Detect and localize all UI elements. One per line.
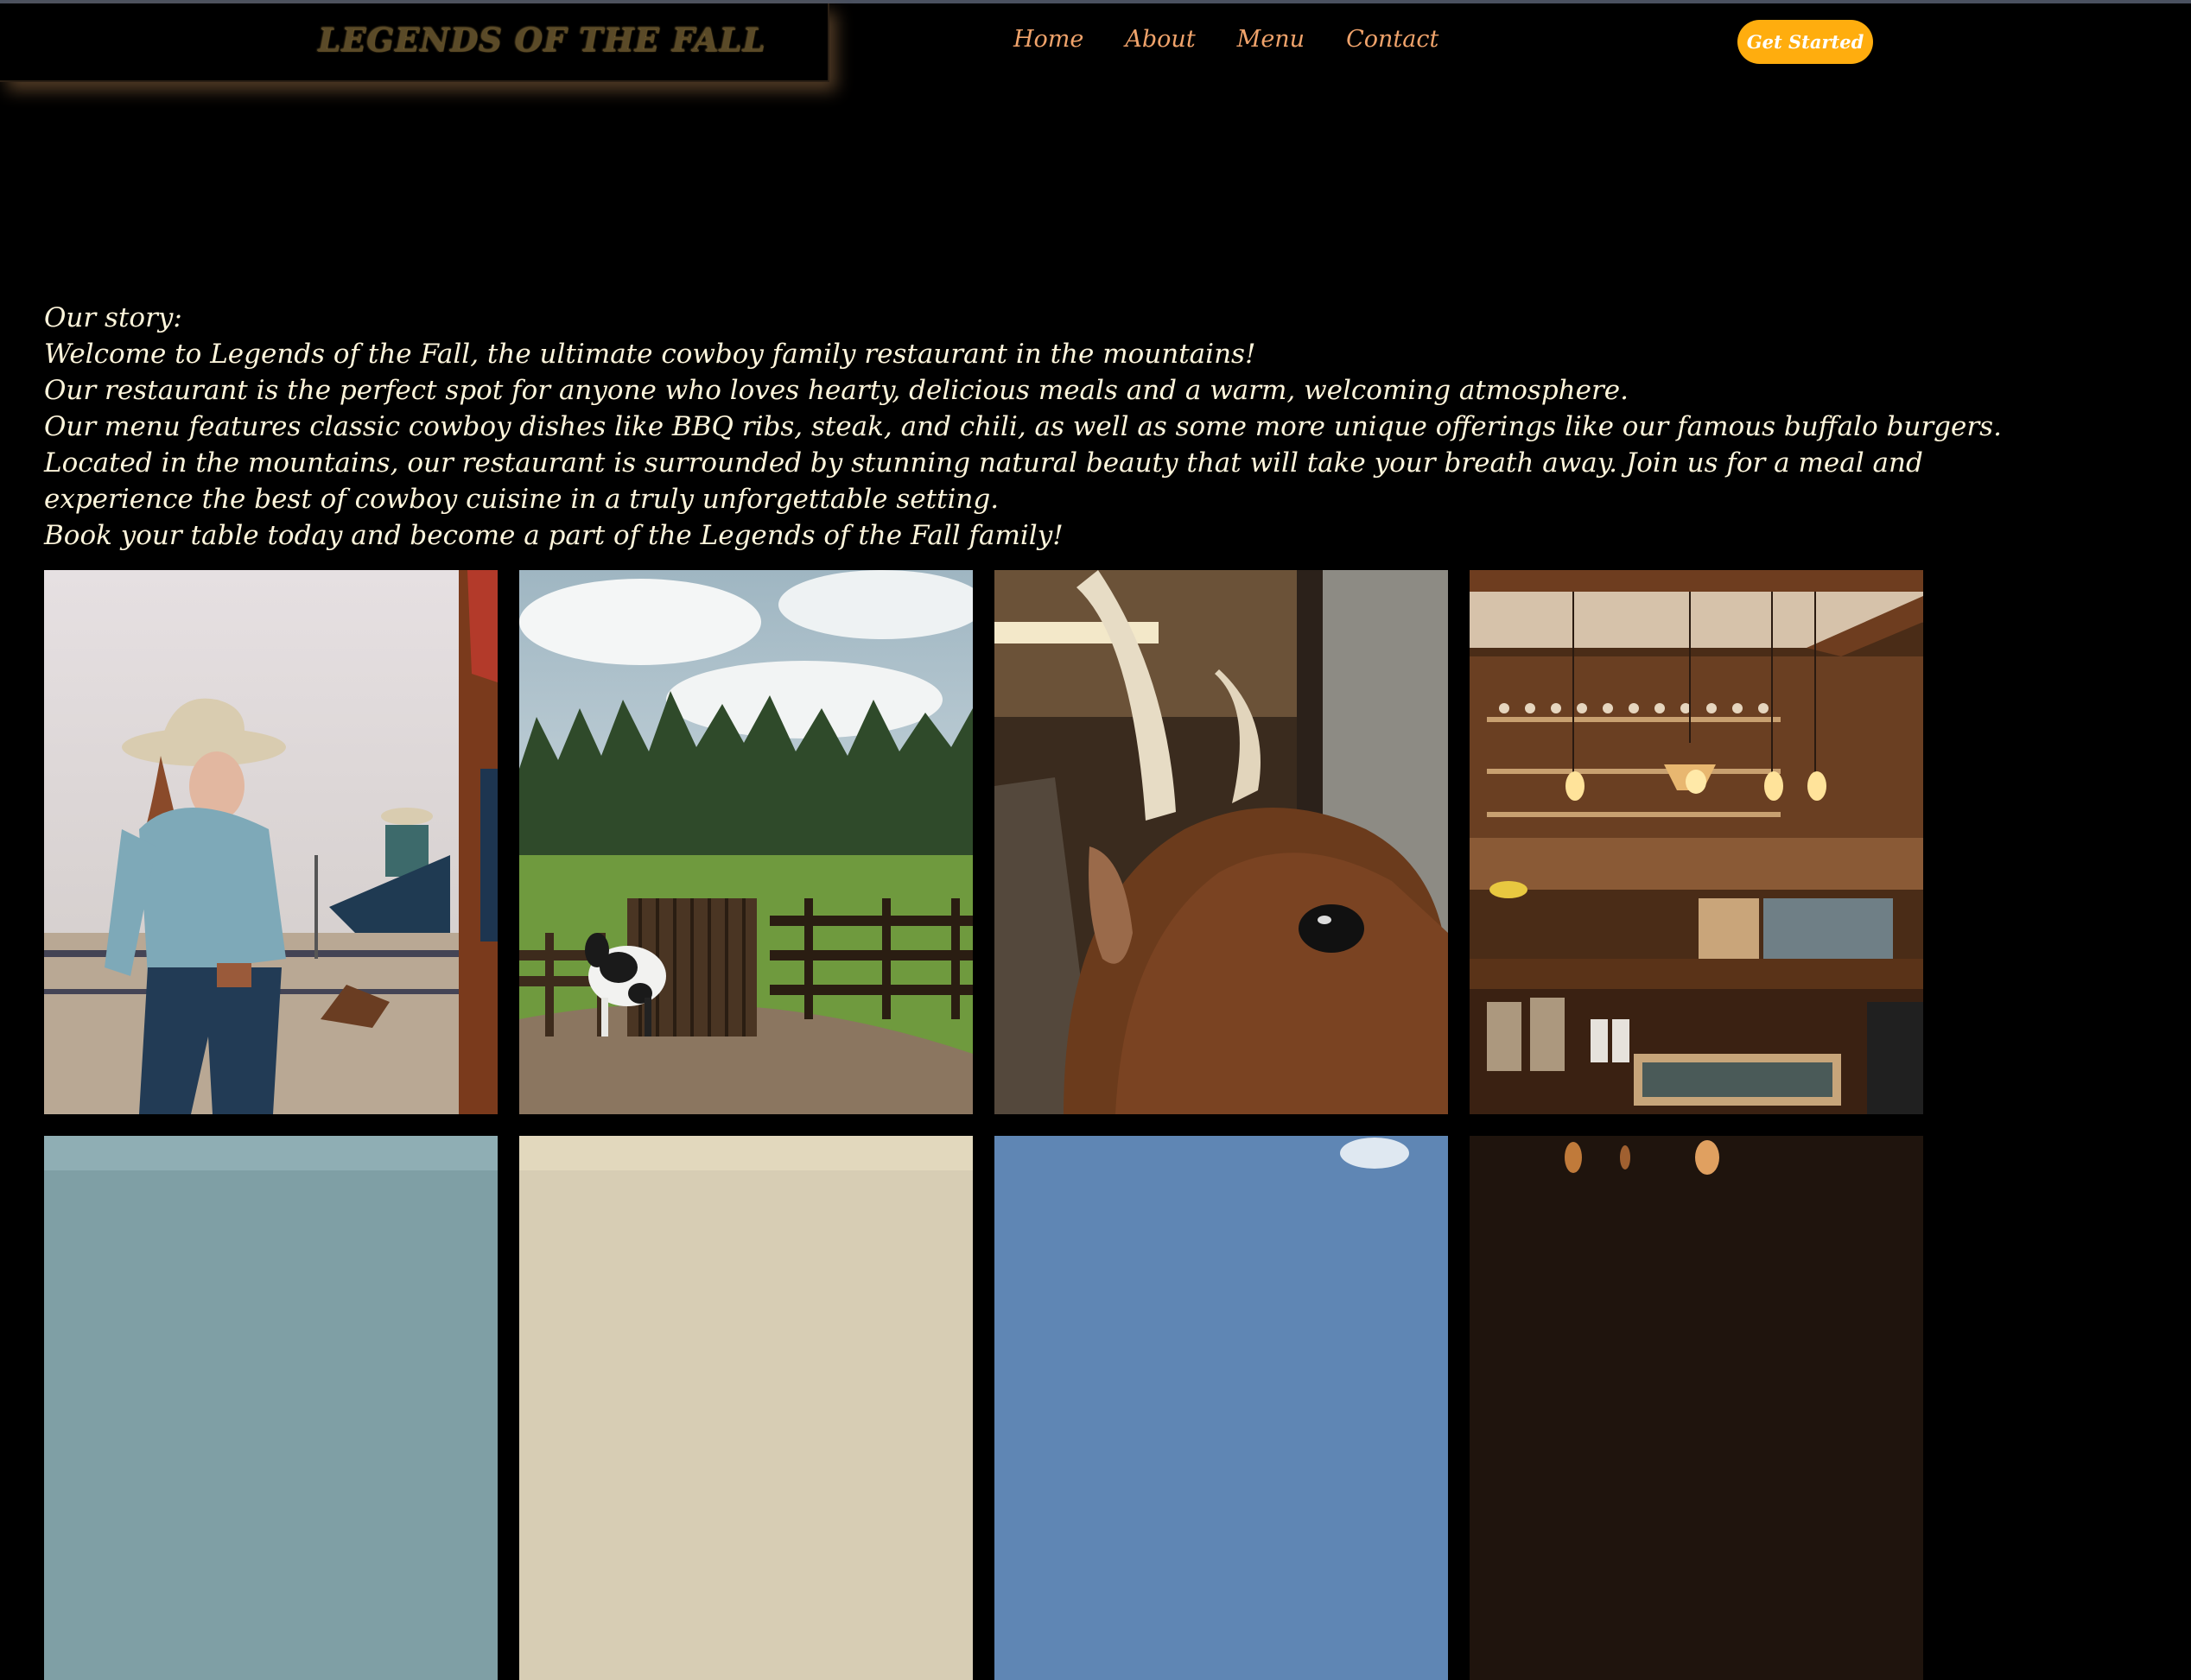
main-nav: Home About Menu Contact bbox=[1013, 26, 1438, 53]
story-heading: Our story: bbox=[44, 302, 182, 333]
sky-photo bbox=[44, 1136, 498, 1680]
saloon-bar-photo bbox=[1470, 570, 1923, 1114]
pasture-gate-photo bbox=[519, 570, 973, 1114]
bull-photo bbox=[994, 570, 1448, 1114]
story-paragraph: Our restaurant is the perfect spot for a… bbox=[44, 375, 1629, 406]
get-started-button[interactable]: Get Started bbox=[1737, 20, 1873, 64]
story-paragraph: Our menu features classic cowboy dishes … bbox=[44, 411, 2002, 442]
photo-gallery bbox=[44, 570, 1923, 1680]
brand-logo-text[interactable]: LEGENDS OF THE FALL bbox=[318, 21, 765, 59]
story-paragraph: Welcome to Legends of the Fall, the ulti… bbox=[44, 339, 1256, 370]
sand-photo bbox=[519, 1136, 973, 1680]
cowgirl-photo bbox=[44, 570, 498, 1114]
nav-link-about[interactable]: About bbox=[1125, 26, 1195, 53]
brand-box: LEGENDS OF THE FALL bbox=[0, 3, 829, 82]
nav-link-home[interactable]: Home bbox=[1013, 26, 1083, 53]
story-section: Our story: Welcome to Legends of the Fal… bbox=[44, 300, 2066, 554]
blue-sky-photo bbox=[994, 1136, 1448, 1680]
story-paragraph: Book your table today and become a part … bbox=[44, 520, 1064, 551]
story-paragraph: Located in the mountains, our restaurant… bbox=[44, 447, 1923, 515]
nav-link-menu[interactable]: Menu bbox=[1237, 26, 1305, 53]
bar-lights-photo bbox=[1470, 1136, 1923, 1680]
nav-link-contact[interactable]: Contact bbox=[1346, 26, 1438, 53]
